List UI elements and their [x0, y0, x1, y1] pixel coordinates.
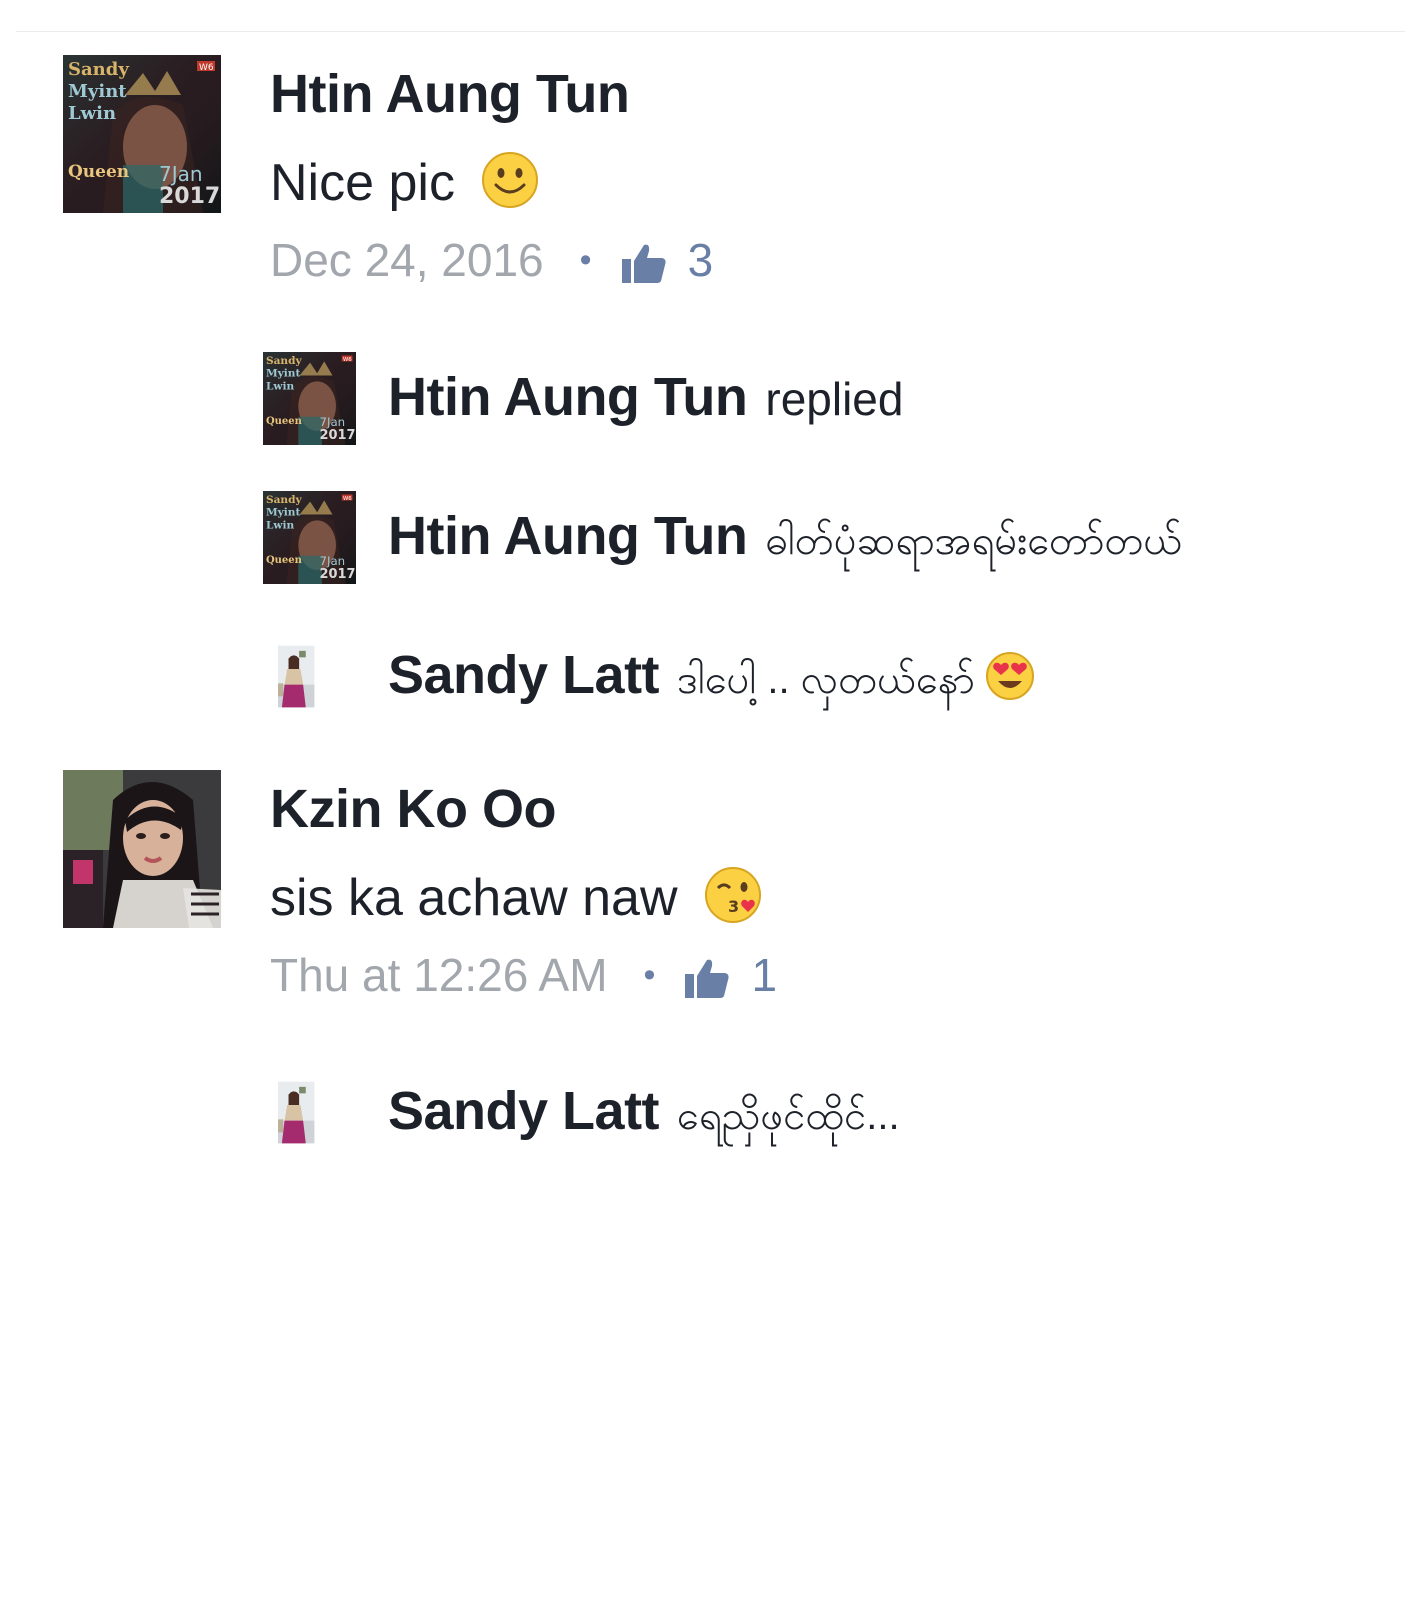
thumbs-up-icon[interactable] [622, 240, 666, 280]
reply-author[interactable]: Htin Aung Tun [388, 366, 748, 428]
comment-meta: Thu at 12:26 AM • 1 [270, 948, 777, 1002]
reply-author[interactable]: Sandy Latt [388, 644, 660, 706]
reply-text: replied [765, 373, 904, 425]
separator-dot: • [643, 955, 656, 994]
reply-text: ဒါပေါ့ .. လှတယ်နော် [677, 658, 975, 702]
comment-text: sis ka achaw naw 3 [270, 866, 762, 937]
comment-author[interactable]: Kzin Ko Oo [270, 778, 556, 840]
comment-author[interactable]: Htin Aung Tun [270, 63, 630, 125]
like-count[interactable]: 3 [688, 233, 714, 287]
comment-timestamp[interactable]: Thu at 12:26 AM [270, 948, 608, 1002]
comment-timestamp[interactable]: Dec 24, 2016 [270, 233, 544, 287]
thumbs-up-icon[interactable] [685, 955, 729, 995]
reply-line: Sandy Latt ရေညှိဖုင်ထိုင်... [388, 1080, 900, 1149]
comment-text: Nice pic [270, 151, 539, 222]
comment-meta: Dec 24, 2016 • 3 [270, 233, 713, 287]
avatar[interactable] [278, 630, 341, 723]
avatar[interactable] [263, 491, 356, 584]
reply-author[interactable]: Sandy Latt [388, 1080, 660, 1142]
like-count[interactable]: 1 [751, 948, 777, 1002]
reply-line: Sandy Latt ဒါပေါ့ .. လှတယ်နော် [388, 644, 1035, 713]
kissing-face-emoji: 3 [704, 866, 762, 937]
reply-text: ဓါတ်ပုံဆရာအရမ်းတော်တယ် [765, 519, 1183, 563]
avatar[interactable] [63, 55, 221, 213]
reply-line: Htin Aung Tun ဓါတ်ပုံဆရာအရမ်းတော်တယ် [388, 505, 1182, 574]
reply-author[interactable]: Htin Aung Tun [388, 505, 748, 567]
comment-body: Nice pic [270, 154, 455, 213]
reply-text: ရေညှိဖုင်ထိုင်... [677, 1094, 900, 1138]
avatar[interactable] [278, 1066, 341, 1159]
avatar[interactable] [263, 352, 356, 445]
heart-eyes-emoji [985, 651, 1035, 706]
smiling-face-emoji [481, 151, 539, 222]
comment-body: sis ka achaw naw [270, 869, 678, 928]
avatar[interactable] [63, 770, 221, 928]
reply-line: Htin Aung Tun replied [388, 366, 903, 428]
svg-text:3: 3 [728, 897, 739, 916]
separator-dot: • [579, 240, 592, 279]
top-divider [16, 31, 1405, 32]
